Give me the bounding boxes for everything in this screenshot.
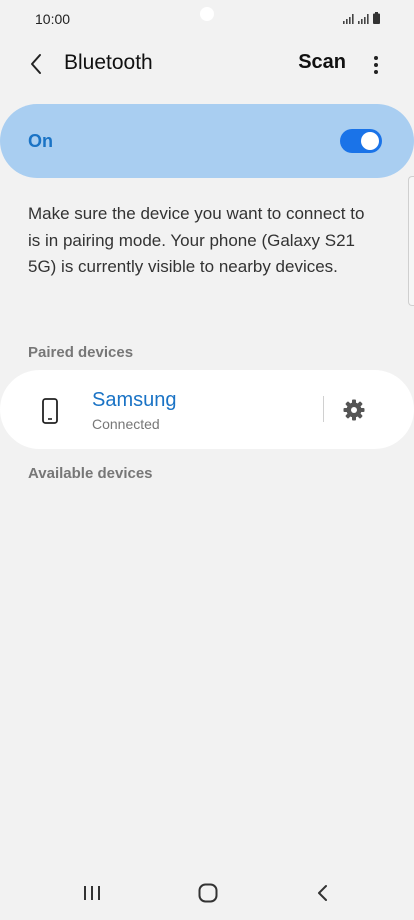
recent-apps-button[interactable] bbox=[77, 878, 107, 908]
back-icon bbox=[318, 885, 327, 901]
scroll-indicator[interactable] bbox=[408, 176, 414, 306]
phone-icon bbox=[42, 398, 58, 424]
bluetooth-switch[interactable] bbox=[340, 129, 382, 153]
nav-back-button[interactable] bbox=[308, 878, 338, 908]
navigation-bar bbox=[0, 864, 414, 920]
signal-icon bbox=[343, 14, 354, 24]
divider bbox=[323, 396, 324, 422]
available-devices-header: Available devices bbox=[28, 465, 153, 482]
bluetooth-toggle-row[interactable]: On bbox=[0, 104, 414, 178]
camera-cutout bbox=[200, 7, 214, 21]
gear-icon bbox=[343, 399, 365, 421]
home-icon bbox=[198, 883, 218, 903]
more-options-button[interactable] bbox=[362, 51, 390, 79]
paired-device-item[interactable]: Samsung Connected bbox=[0, 370, 414, 449]
page-title: Bluetooth bbox=[64, 51, 153, 74]
battery-icon bbox=[373, 12, 380, 24]
status-time: 10:00 bbox=[35, 11, 71, 27]
toggle-label: On bbox=[28, 131, 53, 151]
paired-devices-header: Paired devices bbox=[28, 344, 134, 361]
home-button[interactable] bbox=[193, 878, 223, 908]
signal-icon bbox=[358, 14, 369, 24]
recent-apps-icon bbox=[84, 886, 100, 900]
switch-knob bbox=[361, 132, 379, 150]
scan-button[interactable]: Scan bbox=[298, 51, 346, 74]
more-vertical-icon bbox=[374, 56, 378, 74]
device-settings-button[interactable] bbox=[340, 396, 368, 424]
status-bar: 10:00 bbox=[0, 0, 414, 38]
back-button[interactable] bbox=[22, 50, 50, 78]
status-icons bbox=[343, 12, 380, 24]
device-status: Connected bbox=[92, 416, 160, 432]
chevron-left-icon bbox=[31, 54, 41, 74]
device-name: Samsung bbox=[92, 389, 177, 411]
description-text: Make sure the device you want to connect… bbox=[28, 204, 365, 276]
app-bar: Bluetooth Scan bbox=[0, 38, 414, 90]
